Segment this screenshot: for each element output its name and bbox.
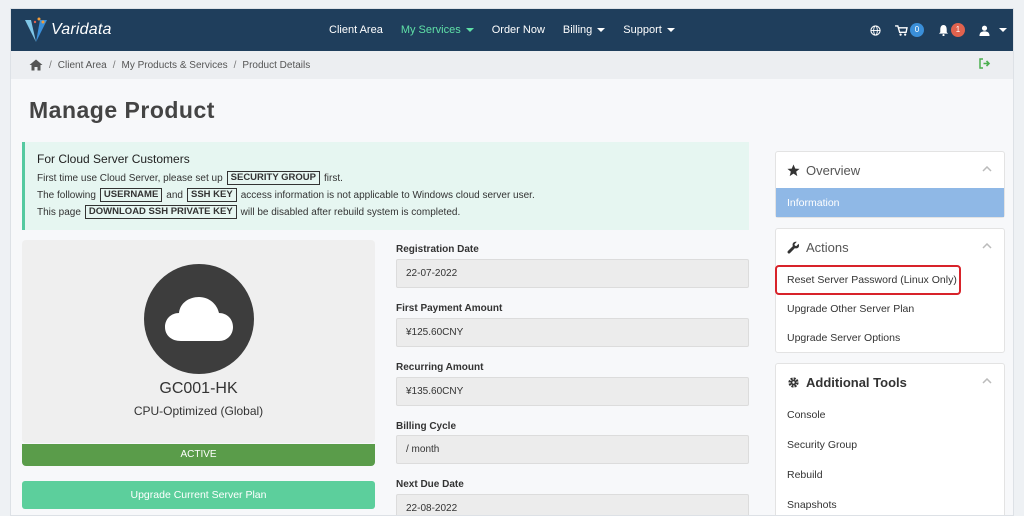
logo-icon [25, 17, 47, 42]
home-icon[interactable] [29, 59, 43, 71]
nav-support[interactable]: Support [623, 24, 675, 36]
page-title: Manage Product [29, 97, 215, 123]
overview-header[interactable]: Overview [776, 152, 1004, 188]
nav-order-now[interactable]: Order Now [492, 24, 545, 36]
chevron-up-icon[interactable] [982, 243, 992, 249]
chevron-down-icon [666, 28, 675, 32]
registration-date-value: 22-07-2022 [396, 259, 749, 288]
sidebar-item-upgrade-options[interactable]: Upgrade Server Options [776, 323, 1004, 352]
actions-header[interactable]: Actions [776, 229, 1004, 265]
globe-icon [870, 24, 881, 36]
ssh-key-tag: SSH KEY [186, 188, 237, 202]
nav-right-tools: 0 1 [856, 9, 1007, 51]
nav-label: Billing [562, 24, 593, 36]
brand-logo[interactable]: Varidata [23, 15, 112, 45]
breadcrumb-my-products[interactable]: My Products & Services [121, 60, 227, 71]
notice-line: The following USERNAME and SSH KEY acces… [37, 188, 737, 202]
cloud-icon [165, 297, 233, 341]
sidebar-item-upgrade-other-plan[interactable]: Upgrade Other Server Plan [776, 294, 1004, 323]
product-card: GC001-HK CPU-Optimized (Global) [22, 240, 375, 443]
billing-cycle-value: / month [396, 435, 749, 464]
cloud-server-notice: For Cloud Server Customers First time us… [22, 142, 749, 230]
cart-count-badge: 0 [910, 23, 924, 37]
nav-billing[interactable]: Billing [562, 24, 606, 36]
breadcrumb-separator: / [112, 59, 116, 71]
nav-label: My Services [400, 24, 461, 36]
sidebar-item-security-group[interactable]: Security Group [776, 430, 1004, 460]
username-tag: USERNAME [99, 188, 163, 202]
product-icon-circle [144, 264, 254, 374]
first-payment-value: ¥125.60CNY [396, 318, 749, 347]
notifications-button[interactable]: 1 [938, 23, 965, 37]
nav-label: Client Area [329, 24, 383, 36]
notice-text: First time use Cloud Server, please set … [37, 172, 223, 184]
notice-text: first. [323, 172, 343, 184]
chevron-down-icon [999, 28, 1007, 32]
panel-title: Overview [806, 162, 861, 178]
star-icon [787, 163, 800, 176]
wrench-icon [787, 241, 800, 253]
bell-icon [938, 24, 949, 36]
recurring-amount-label: Recurring Amount [396, 362, 484, 373]
tools-header[interactable]: Additional Tools [776, 364, 1004, 400]
nav-label: Support [623, 24, 662, 36]
sidebar-item-rebuild[interactable]: Rebuild [776, 460, 1004, 490]
notice-text: This page [37, 206, 81, 218]
nav-my-services[interactable]: My Services [401, 24, 474, 36]
notice-line: First time use Cloud Server, please set … [37, 171, 737, 185]
security-group-tag: SECURITY GROUP [226, 171, 320, 185]
next-due-date-value: 22-08-2022 [396, 494, 749, 515]
account-menu-button[interactable] [979, 25, 1007, 36]
billing-cycle-label: Billing Cycle [396, 421, 457, 432]
notice-text: The following [37, 189, 96, 201]
cart-button[interactable]: 0 [895, 23, 924, 37]
sidebar-item-snapshots[interactable]: Snapshots [776, 490, 1004, 515]
user-icon [979, 25, 990, 36]
breadcrumb-product-details: Product Details [242, 59, 311, 71]
nav-client-area[interactable]: Client Area [329, 24, 383, 36]
breadcrumb-separator: / [233, 59, 237, 71]
chevron-up-icon[interactable] [982, 378, 992, 384]
notice-text: and [166, 189, 183, 201]
chevron-up-icon[interactable] [982, 166, 992, 172]
overview-panel: Overview Information [775, 151, 1005, 218]
sidebar-item-information[interactable]: Information [776, 188, 1004, 217]
nav-label: Order Now [491, 24, 545, 36]
breadcrumb: / Client Area / My Products & Services /… [11, 51, 1013, 79]
language-button[interactable] [870, 24, 881, 36]
product-type: CPU-Optimized (Global) [133, 404, 264, 418]
notice-text: will be disabled after rebuild system is… [240, 206, 461, 218]
notification-count-badge: 1 [951, 23, 965, 37]
panel-title: Actions [806, 239, 849, 255]
next-due-date-label: Next Due Date [396, 479, 464, 490]
registration-date-label: Registration Date [396, 244, 479, 255]
app-window: Varidata Client Area My Services Order N… [10, 8, 1014, 516]
gear-icon [788, 376, 799, 388]
logout-button[interactable] [979, 58, 991, 72]
chevron-down-icon [597, 28, 606, 32]
upgrade-current-plan-button[interactable]: Upgrade Current Server Plan [22, 481, 375, 509]
breadcrumb-client-area[interactable]: Client Area [58, 60, 107, 71]
top-navbar: Varidata Client Area My Services Order N… [11, 9, 1013, 51]
product-name: GC001-HK [159, 380, 238, 397]
notice-text: access information is not applicable to … [240, 189, 535, 201]
breadcrumb-separator: / [49, 59, 52, 71]
chevron-down-icon [465, 28, 474, 32]
notice-title: For Cloud Server Customers [37, 152, 190, 166]
notice-line: This page DOWNLOAD SSH PRIVATE KEY will … [37, 205, 737, 219]
additional-tools-panel: Additional Tools Console Security Group … [775, 363, 1005, 515]
brand-name: Varidata [51, 21, 112, 38]
status-badge: ACTIVE [22, 444, 375, 466]
panel-title: Additional Tools [806, 374, 907, 390]
first-payment-label: First Payment Amount [396, 303, 503, 314]
logout-icon [979, 58, 991, 69]
main-menu: Client Area My Services Order Now Billin… [329, 9, 693, 51]
sidebar-item-console[interactable]: Console [776, 400, 1004, 430]
reset-password-highlight [775, 265, 961, 295]
recurring-amount-value: ¥135.60CNY [396, 377, 749, 406]
cart-icon [895, 24, 908, 36]
download-ssh-key-tag: DOWNLOAD SSH PRIVATE KEY [84, 205, 237, 219]
